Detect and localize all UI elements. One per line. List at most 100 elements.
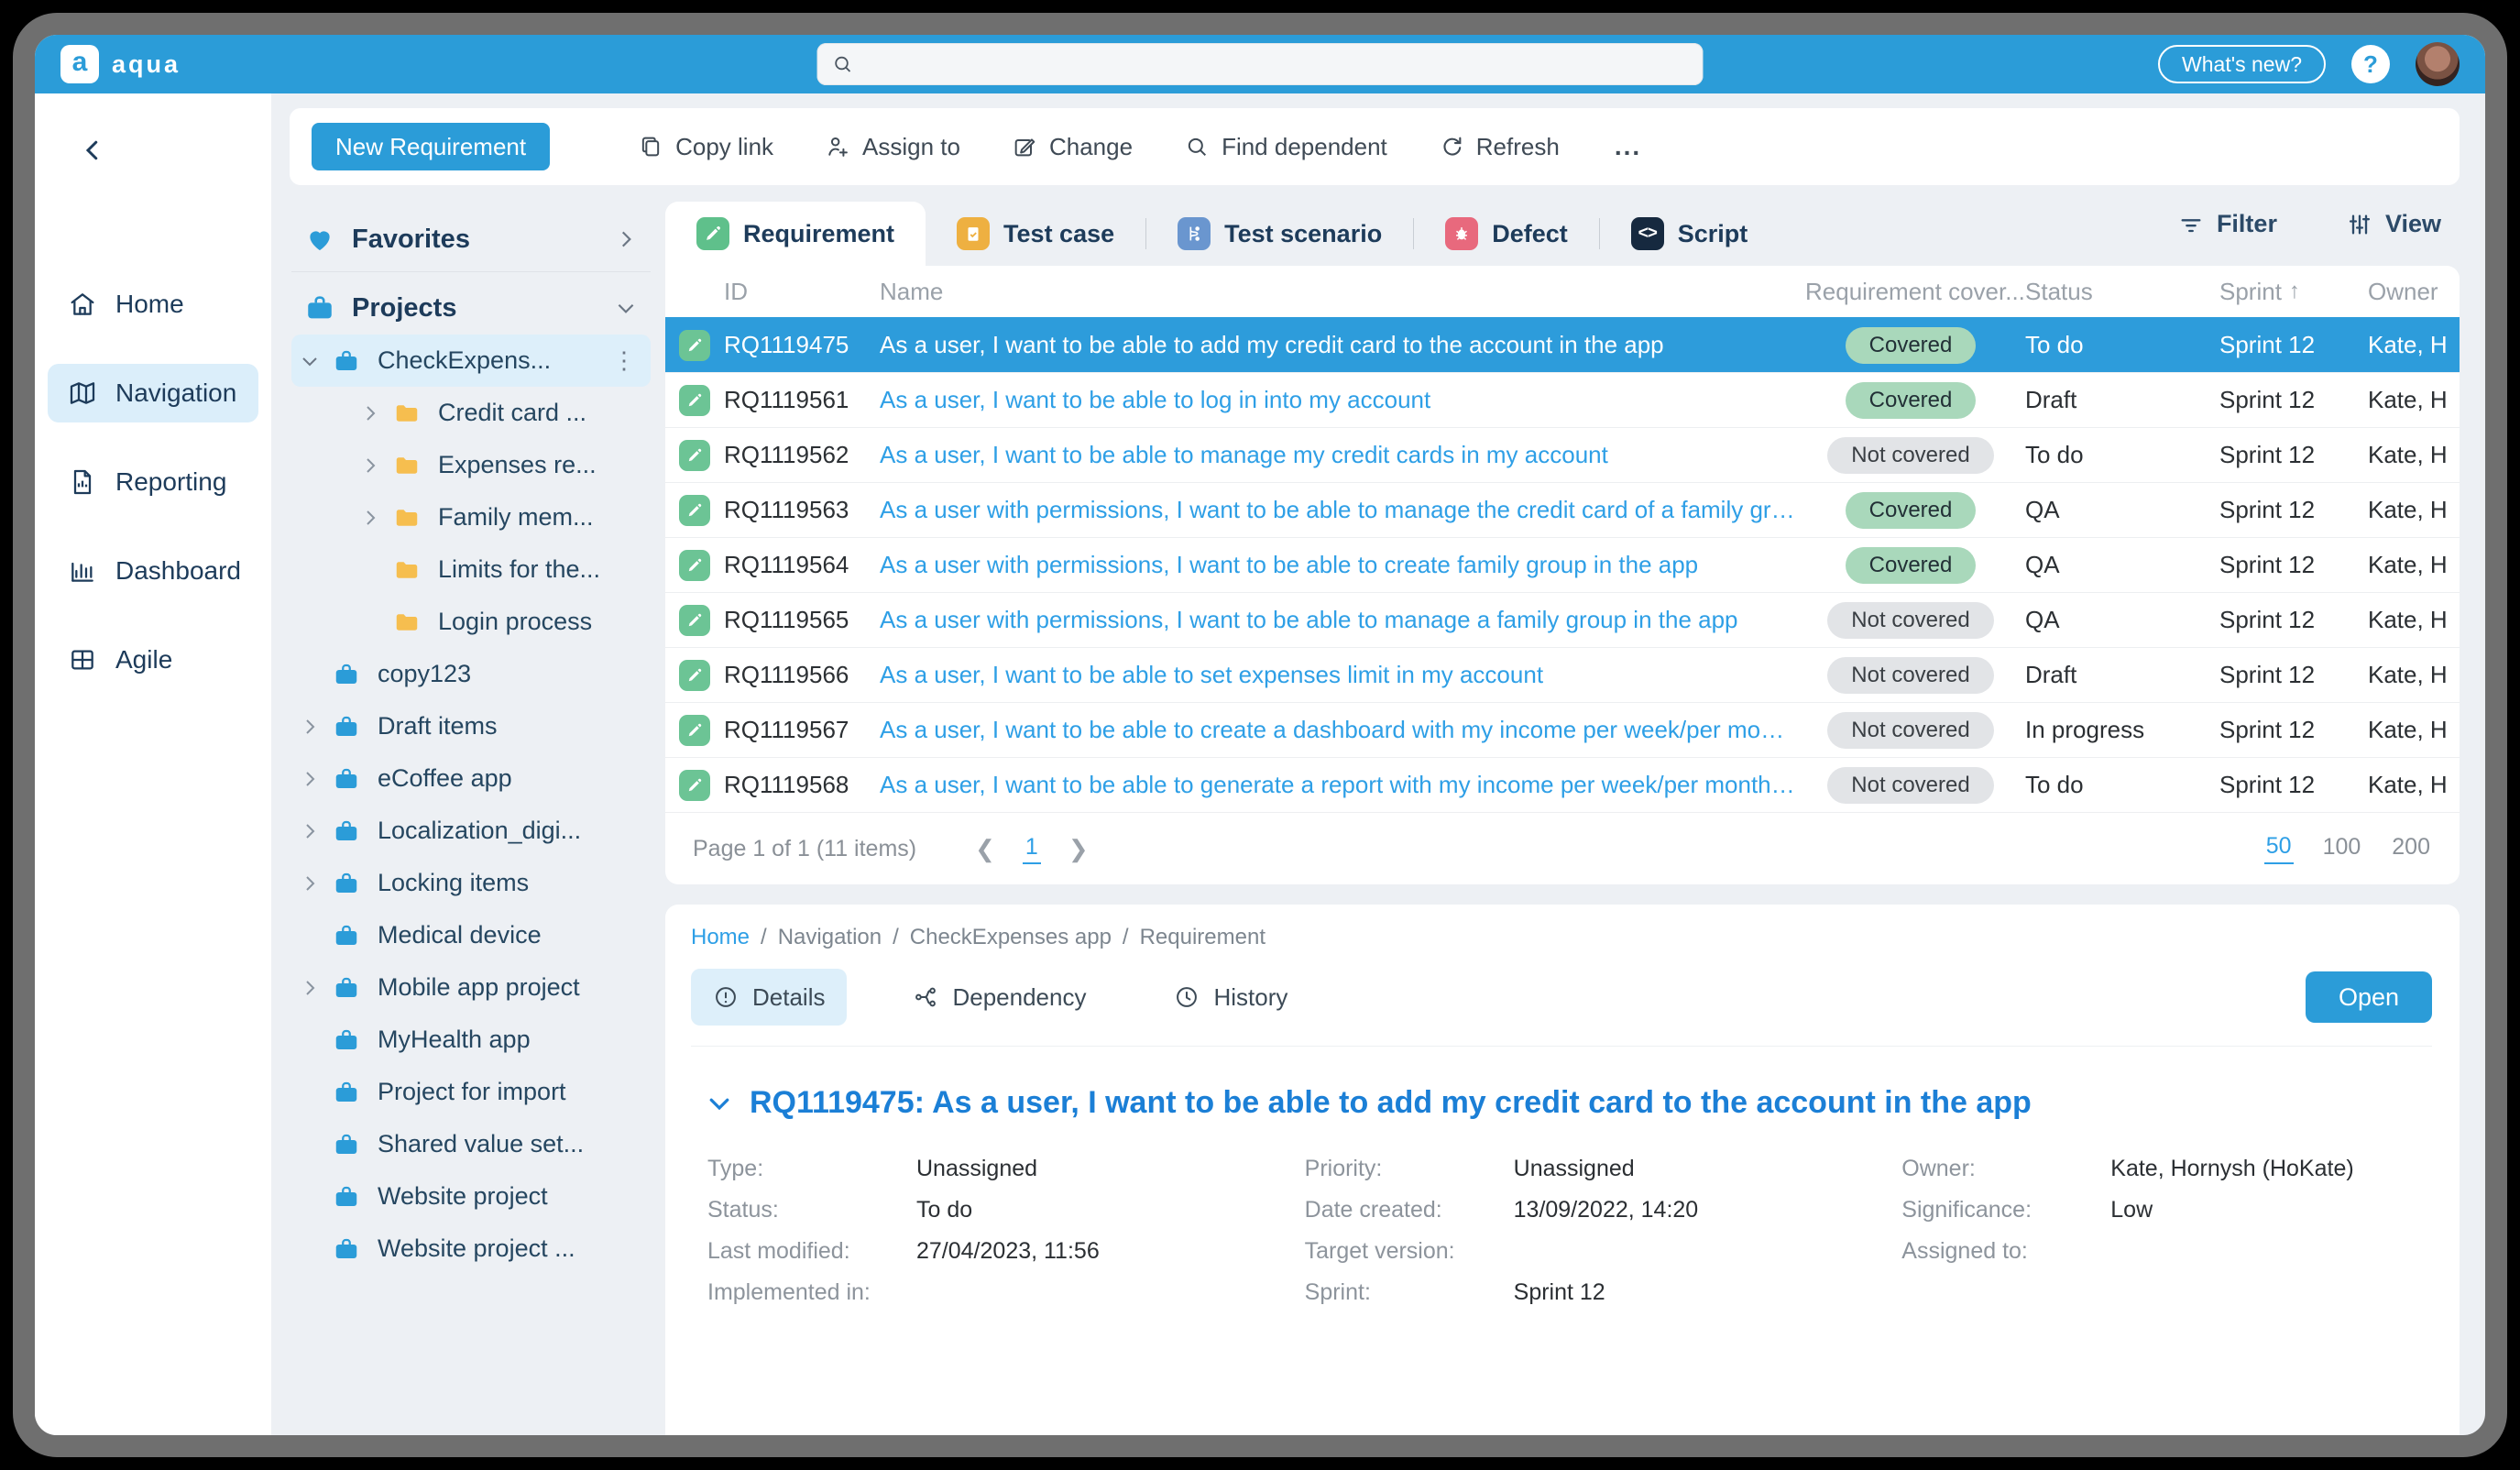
tab-requirement[interactable]: Requirement bbox=[665, 202, 926, 266]
requirement-icon bbox=[679, 385, 710, 416]
table-row[interactable]: RQ1119567 As a user, I want to be able t… bbox=[665, 702, 2460, 757]
tree-item-folder[interactable]: Login process bbox=[291, 596, 651, 648]
page-size-100[interactable]: 100 bbox=[2321, 834, 2363, 863]
tree-item-project[interactable]: Medical device bbox=[291, 909, 651, 961]
column-id[interactable]: ID bbox=[724, 278, 880, 306]
tree-item-folder[interactable]: Family mem... bbox=[291, 491, 651, 543]
tab-dependency[interactable]: Dependency bbox=[891, 969, 1108, 1026]
tree-item-project[interactable]: Shared value set... bbox=[291, 1118, 651, 1170]
toolbar: New Requirement Copy link Assign to Chan… bbox=[290, 108, 2460, 185]
test-scenario-icon bbox=[1178, 217, 1211, 250]
table-row[interactable]: RQ1119564 As a user with permissions, I … bbox=[665, 537, 2460, 592]
table-row[interactable]: RQ1119566 As a user, I want to be able t… bbox=[665, 647, 2460, 702]
breadcrumb-home[interactable]: Home bbox=[691, 925, 750, 950]
tab-script[interactable]: <> Script bbox=[1600, 202, 1780, 266]
more-actions-button[interactable]: ... bbox=[1611, 132, 1645, 161]
tree-item-project[interactable]: Localization_digi... bbox=[291, 805, 651, 857]
column-coverage[interactable]: Requirement cover... bbox=[1796, 278, 2025, 306]
page-size-50[interactable]: 50 bbox=[2264, 833, 2294, 864]
tree-item-project[interactable]: copy123 bbox=[291, 648, 651, 700]
view-button[interactable]: View bbox=[2341, 209, 2447, 239]
chevron-right-icon[interactable] bbox=[299, 820, 321, 842]
breadcrumb-project[interactable]: CheckExpenses app bbox=[910, 925, 1112, 950]
projects-header[interactable]: Projects bbox=[291, 281, 651, 335]
new-requirement-button[interactable]: New Requirement bbox=[312, 123, 550, 170]
chevron-right-icon[interactable] bbox=[299, 977, 321, 999]
kebab-menu-icon[interactable]: ⋮ bbox=[607, 354, 641, 368]
sidebar-item-reporting[interactable]: Reporting bbox=[48, 453, 258, 511]
row-name-link[interactable]: As a user, I want to be able to add my c… bbox=[880, 331, 1796, 359]
chevron-right-icon[interactable] bbox=[359, 455, 381, 477]
tree-item-folder[interactable]: Credit card ... bbox=[291, 387, 651, 439]
search-input[interactable] bbox=[865, 50, 1689, 78]
whats-new-button[interactable]: What's new? bbox=[2158, 45, 2326, 83]
tree-item-project[interactable]: eCoffee app bbox=[291, 752, 651, 805]
column-status[interactable]: Status bbox=[2025, 278, 2219, 306]
table-row[interactable]: RQ1119565 As a user with permissions, I … bbox=[665, 592, 2460, 647]
collapse-sidebar-button[interactable] bbox=[77, 136, 108, 167]
chevron-right-icon[interactable] bbox=[299, 716, 321, 738]
tree-item-folder[interactable]: Limits for the... bbox=[291, 543, 651, 596]
row-name-link[interactable]: As a user, I want to be able to create a… bbox=[880, 716, 1796, 744]
global-search[interactable] bbox=[817, 43, 1704, 85]
user-avatar[interactable] bbox=[2416, 42, 2460, 86]
page-size-200[interactable]: 200 bbox=[2390, 834, 2432, 863]
tab-test-scenario[interactable]: Test scenario bbox=[1146, 202, 1413, 266]
sidebar-item-home[interactable]: Home bbox=[48, 275, 258, 334]
change-button[interactable]: Change bbox=[1012, 133, 1133, 161]
table-row[interactable]: RQ1119562 As a user, I want to be able t… bbox=[665, 427, 2460, 482]
previous-page-button[interactable]: ❮ bbox=[975, 835, 995, 863]
tree-item-project[interactable]: Mobile app project bbox=[291, 961, 651, 1014]
chevron-down-icon[interactable] bbox=[299, 350, 321, 372]
tree-item-project[interactable]: Website project ... bbox=[291, 1223, 651, 1275]
tree-item-project[interactable]: Project for import bbox=[291, 1066, 651, 1118]
table-row[interactable]: RQ1119568 As a user, I want to be able t… bbox=[665, 757, 2460, 812]
tab-defect[interactable]: Defect bbox=[1414, 202, 1599, 266]
table-row[interactable]: RQ1119561 As a user, I want to be able t… bbox=[665, 372, 2460, 427]
help-button[interactable]: ? bbox=[2351, 45, 2390, 83]
open-button[interactable]: Open bbox=[2306, 971, 2432, 1023]
row-name-link[interactable]: As a user, I want to be able to set expe… bbox=[880, 661, 1796, 689]
tree-item-project[interactable]: Website project bbox=[291, 1170, 651, 1223]
row-name-link[interactable]: As a user, I want to be able to generate… bbox=[880, 771, 1796, 799]
chevron-down-icon[interactable] bbox=[614, 296, 638, 320]
edit-pencil-icon bbox=[1012, 134, 1037, 159]
sidebar-item-navigation[interactable]: Navigation bbox=[48, 364, 258, 422]
tab-test-case[interactable]: Test case bbox=[926, 202, 1145, 266]
row-name-link[interactable]: As a user, I want to be able to manage m… bbox=[880, 441, 1796, 469]
copy-link-button[interactable]: Copy link bbox=[638, 133, 773, 161]
chevron-right-icon[interactable] bbox=[359, 507, 381, 529]
row-name-link[interactable]: As a user with permissions, I want to be… bbox=[880, 496, 1796, 524]
chevron-down-icon[interactable] bbox=[706, 1090, 733, 1117]
tree-item-project[interactable]: Locking items bbox=[291, 857, 651, 909]
page-number-button[interactable]: 1 bbox=[1023, 834, 1041, 864]
row-name-link[interactable]: As a user with permissions, I want to be… bbox=[880, 551, 1796, 579]
tab-details[interactable]: Details bbox=[691, 969, 847, 1026]
tree-item-project[interactable]: MyHealth app bbox=[291, 1014, 651, 1066]
next-page-button[interactable]: ❯ bbox=[1068, 835, 1089, 863]
table-row[interactable]: RQ1119475 As a user, I want to be able t… bbox=[665, 317, 2460, 372]
tab-history[interactable]: History bbox=[1152, 969, 1309, 1026]
sidebar-item-dashboard[interactable]: Dashboard bbox=[48, 542, 258, 600]
refresh-button[interactable]: Refresh bbox=[1439, 133, 1560, 161]
column-sprint[interactable]: Sprint↑ bbox=[2219, 278, 2368, 306]
chevron-right-icon[interactable] bbox=[299, 872, 321, 894]
tree-item-project[interactable]: CheckExpens... ⋮ bbox=[291, 335, 651, 387]
table-row[interactable]: RQ1119563 As a user with permissions, I … bbox=[665, 482, 2460, 537]
chevron-right-icon[interactable] bbox=[359, 402, 381, 424]
row-name-link[interactable]: As a user, I want to be able to log in i… bbox=[880, 386, 1796, 414]
favorites-header[interactable]: Favorites bbox=[291, 213, 651, 266]
sidebar-item-agile[interactable]: Agile bbox=[48, 631, 258, 689]
row-name-link[interactable]: As a user with permissions, I want to be… bbox=[880, 606, 1796, 634]
column-owner[interactable]: Owner bbox=[2368, 278, 2460, 306]
find-dependent-button[interactable]: Find dependent bbox=[1184, 133, 1387, 161]
tree-item-folder[interactable]: Expenses re... bbox=[291, 439, 651, 491]
breadcrumb-navigation[interactable]: Navigation bbox=[778, 925, 882, 950]
filter-button[interactable]: Filter bbox=[2173, 209, 2283, 239]
column-name[interactable]: Name bbox=[880, 278, 1796, 306]
assign-to-button[interactable]: Assign to bbox=[825, 133, 960, 161]
chevron-right-icon[interactable] bbox=[614, 227, 638, 251]
row-status: To do bbox=[2025, 331, 2219, 359]
tree-item-project[interactable]: Draft items bbox=[291, 700, 651, 752]
chevron-right-icon[interactable] bbox=[299, 768, 321, 790]
